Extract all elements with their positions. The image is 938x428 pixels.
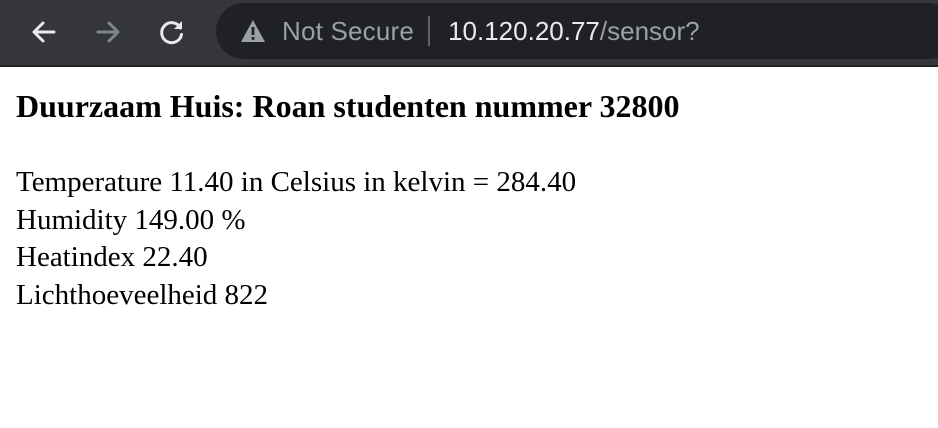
url-text[interactable]: 10.120.20.77/sensor? bbox=[448, 16, 700, 47]
url-path: /sensor? bbox=[599, 15, 700, 46]
back-button[interactable] bbox=[24, 12, 64, 52]
warning-triangle-icon[interactable] bbox=[240, 18, 266, 44]
arrow-right-icon bbox=[96, 21, 120, 43]
page-content: Duurzaam Huis: Roan studenten nummer 328… bbox=[16, 84, 679, 314]
arrow-left-icon bbox=[32, 21, 56, 43]
heatindex-reading: Heatindex 22.40 bbox=[16, 241, 208, 273]
browser-toolbar: Not Secure 10.120.20.77/sensor? bbox=[0, 0, 938, 67]
humidity-reading: Humidity 149.00 % bbox=[16, 203, 246, 236]
address-bar[interactable]: Not Secure 10.120.20.77/sensor? bbox=[216, 3, 938, 59]
reload-icon bbox=[160, 21, 183, 45]
temperature-reading: Temperature 11.40 in Celsius in kelvin =… bbox=[16, 166, 577, 198]
reload-button[interactable] bbox=[152, 12, 192, 52]
address-separator bbox=[428, 16, 431, 46]
light-amount-reading: Lichthoeveelheid 822 bbox=[16, 278, 269, 311]
url-host: 10.120.20.77 bbox=[448, 15, 600, 46]
sensor-readings: Temperature 11.40 in Celsius in kelvin =… bbox=[16, 164, 679, 314]
security-status-label[interactable]: Not Secure bbox=[282, 16, 414, 47]
page-title: Duurzaam Huis: Roan studenten nummer 328… bbox=[16, 88, 680, 124]
forward-button[interactable] bbox=[88, 12, 128, 52]
